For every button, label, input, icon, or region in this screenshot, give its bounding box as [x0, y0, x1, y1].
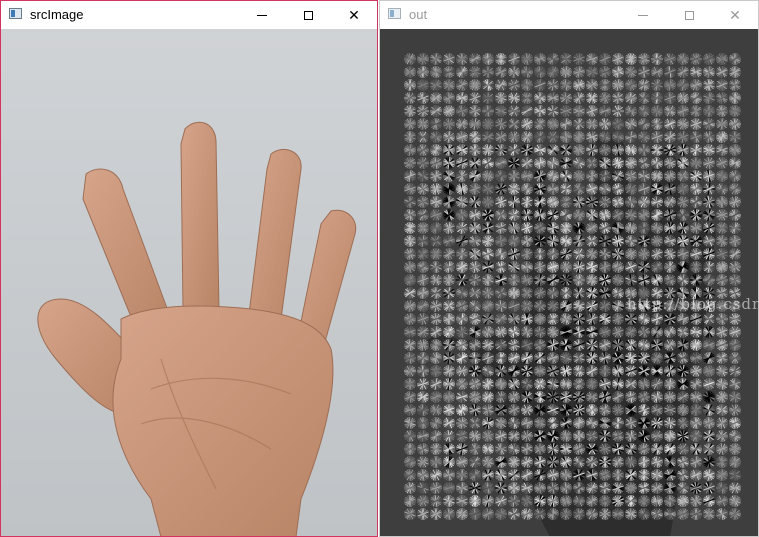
maximize-button[interactable]	[285, 1, 331, 29]
out-window-title: out	[409, 7, 428, 22]
maximize-icon	[684, 10, 694, 20]
app-window-icon	[9, 8, 22, 19]
hog-output-canvas: http://blog.csdn.net/masaifei	[380, 29, 758, 536]
src-window-title: srcImage	[30, 7, 84, 22]
close-icon: ✕	[348, 6, 360, 23]
hand-photo	[37, 121, 357, 536]
minimize-button[interactable]	[620, 1, 666, 29]
minimize-button[interactable]	[239, 1, 285, 29]
out-titlebar[interactable]: out ✕	[380, 1, 758, 29]
app-window-icon	[388, 8, 401, 19]
maximize-icon	[303, 10, 313, 20]
close-button[interactable]: ✕	[712, 1, 758, 29]
out-window: out ✕ http://blog.csdn.net/masaifei	[379, 0, 759, 537]
minimize-icon	[257, 14, 267, 16]
src-titlebar[interactable]: srcImage ✕	[1, 1, 377, 29]
maximize-button[interactable]	[666, 1, 712, 29]
close-button[interactable]: ✕	[331, 1, 377, 29]
src-image-window: srcImage ✕	[0, 0, 378, 537]
close-icon: ✕	[729, 6, 741, 23]
minimize-icon	[638, 14, 648, 16]
hog-visualization	[404, 53, 741, 536]
src-image-canvas	[1, 29, 377, 536]
